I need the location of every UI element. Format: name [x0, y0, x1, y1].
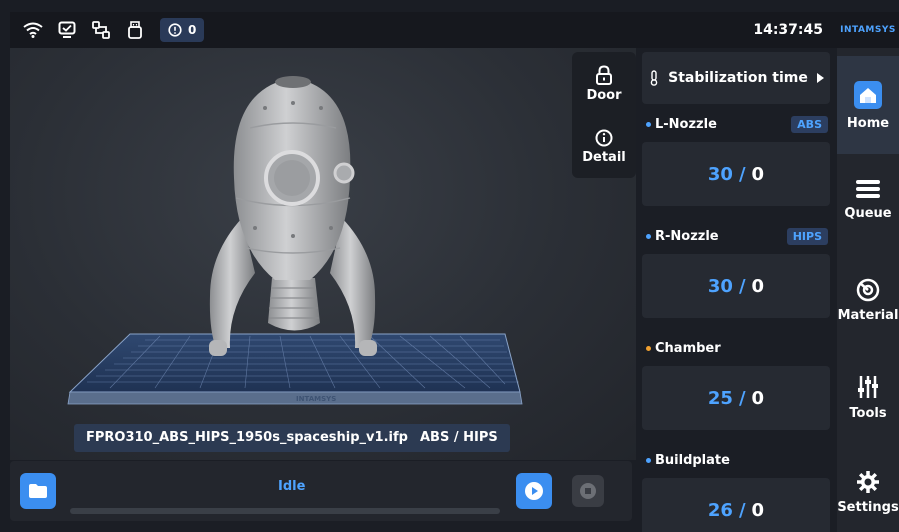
temp-target: 0 [751, 387, 765, 409]
temp-card-buildplate[interactable]: Buildplate 26/0 [642, 446, 830, 532]
job-control-bar: Idle [10, 461, 632, 521]
file-materials: ABS / HIPS [408, 424, 510, 452]
plate-logo: INTAMSYS [296, 395, 336, 403]
dot-icon [646, 345, 651, 351]
detail-label: Detail [582, 149, 626, 165]
nav-tools-label: Tools [849, 406, 887, 421]
nav-home[interactable]: Home [837, 56, 899, 154]
material-badge: HIPS [786, 227, 828, 245]
clock: 14:37:45 [753, 22, 823, 38]
job-progress-bar [70, 508, 500, 514]
network-icon[interactable] [90, 19, 112, 41]
temperature-panel: Stabilization time L-Nozzle ABS 30/0 R-No… [642, 52, 830, 532]
temp-target: 0 [751, 275, 765, 297]
temp-name: Buildplate [655, 452, 730, 468]
nav-material[interactable]: Material [837, 278, 899, 323]
nav-queue[interactable]: Queue [837, 178, 899, 221]
temp-current: 30 [707, 275, 733, 297]
alert-indicator[interactable]: 0 [160, 18, 205, 42]
monitor-check-icon[interactable] [56, 19, 78, 41]
play-icon [525, 482, 543, 500]
alert-icon [168, 23, 182, 37]
viewport-side-buttons: Door Detail [572, 52, 636, 178]
nav-settings-label: Settings [837, 500, 899, 515]
dot-icon [646, 233, 651, 239]
stop-icon [580, 483, 596, 499]
nav-queue-label: Queue [844, 206, 892, 221]
job-status: Idle [278, 479, 306, 494]
folder-icon [29, 484, 47, 498]
gear-icon [857, 471, 879, 493]
printer-screen: 0 14:37:45 INTAMSYS Door Detail FPRO310_… [10, 12, 899, 532]
material-badge: ABS [791, 115, 828, 133]
build-plate-preview: INTAMSYS [67, 76, 523, 405]
sliders-icon [858, 376, 878, 398]
temp-target: 0 [751, 499, 765, 521]
usb-icon[interactable] [124, 19, 146, 41]
temp-current: 25 [707, 387, 733, 409]
open-file-button[interactable] [20, 473, 56, 509]
door-label: Door [586, 87, 622, 103]
stabilization-time-button[interactable]: Stabilization time [642, 52, 830, 104]
stabilization-label: Stabilization time [668, 70, 808, 86]
main-nav: INTAMSYS Home Queue Material Tools Setti… [837, 12, 899, 532]
status-bar: 0 14:37:45 [10, 12, 837, 48]
queue-icon [856, 180, 880, 198]
dot-icon [646, 121, 651, 127]
file-name: FPRO310_ABS_HIPS_1950s_spaceship_v1.ifp [74, 424, 420, 452]
alert-count: 0 [188, 23, 197, 37]
info-icon [595, 129, 613, 146]
temp-card-l-nozzle[interactable]: L-Nozzle ABS 30/0 [642, 110, 830, 206]
temp-target: 0 [751, 163, 765, 185]
start-print-button[interactable] [516, 473, 552, 509]
dot-icon [646, 457, 651, 463]
temp-card-r-nozzle[interactable]: R-Nozzle HIPS 30/0 [642, 222, 830, 318]
stop-print-button[interactable] [572, 475, 604, 507]
door-button[interactable]: Door [572, 52, 636, 115]
lock-icon [596, 64, 612, 85]
nav-home-label: Home [846, 115, 890, 131]
thermometer-icon [650, 70, 658, 86]
brand-logo: INTAMSYS [837, 12, 899, 48]
wifi-icon[interactable] [22, 19, 44, 41]
temp-name: R-Nozzle [655, 228, 719, 244]
nav-settings[interactable]: Settings [837, 470, 899, 515]
chevron-right-icon [816, 73, 824, 83]
temp-current: 26 [707, 499, 733, 521]
spool-icon [856, 278, 880, 302]
temp-card-chamber[interactable]: Chamber 25/0 [642, 334, 830, 430]
temp-name: Chamber [655, 340, 721, 356]
nav-material-label: Material [837, 308, 899, 323]
home-icon [854, 80, 882, 109]
temp-current: 30 [707, 163, 733, 185]
detail-button[interactable]: Detail [572, 115, 636, 178]
nav-tools[interactable]: Tools [837, 374, 899, 421]
temp-name: L-Nozzle [655, 116, 717, 132]
model-viewport[interactable]: INTAMSYS [10, 48, 636, 460]
